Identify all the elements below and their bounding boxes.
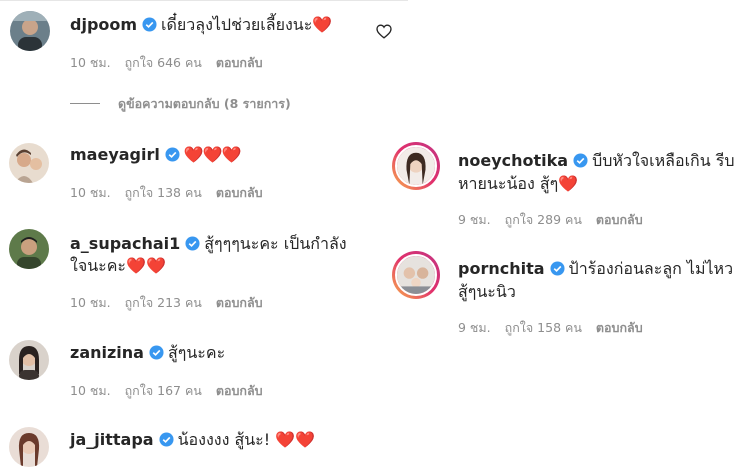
avatar[interactable] (9, 229, 49, 269)
reply-button[interactable]: ตอบกลับ (596, 320, 643, 335)
reply-button[interactable]: ตอบกลับ (216, 383, 263, 398)
comment-text: สู้ๆๆๆนะคะ เป็นกำลัง (204, 234, 347, 253)
like-count[interactable]: ถูกใจ 138 คน (125, 185, 202, 200)
reply-text: ป้าร้องก่อนละลูก ไม่ไหว (568, 259, 734, 278)
avatar[interactable] (392, 142, 440, 190)
comment-text: น้องงงง สู้นะ! ❤️❤️ (177, 430, 316, 449)
avatar[interactable] (9, 340, 49, 380)
verified-badge-icon (165, 147, 180, 162)
username[interactable]: noeychotika (458, 151, 568, 170)
comment-time: 10 ชม. (70, 55, 111, 70)
comment-time: 10 ชม. (70, 185, 111, 200)
verified-badge-icon (550, 261, 565, 276)
reply-text-continued: หายนะน้อง สู้ๆ❤️ (458, 174, 579, 193)
avatar[interactable] (10, 11, 50, 51)
username[interactable]: a_supachai1 (70, 234, 180, 253)
comments-panel: djpoom เดี๋ยวลุงไปช่วยเลี้ยงนะ❤️ 10 ชม. ถู… (0, 0, 408, 476)
avatar[interactable] (9, 427, 49, 467)
reply-button[interactable]: ตอบกลับ (216, 185, 263, 200)
username[interactable]: zanizina (70, 343, 144, 362)
divider (0, 0, 408, 1)
view-replies-label: ดูข้อความตอบกลับ (8 รายการ) (118, 96, 291, 111)
divider (70, 103, 100, 104)
comment-text: สู้ๆนะคะ (167, 343, 226, 362)
comment-time: 10 ชม. (70, 295, 111, 310)
verified-badge-icon (159, 432, 174, 447)
reply-time: 9 ชม. (458, 212, 491, 227)
verified-badge-icon (185, 236, 200, 251)
username[interactable]: maeyagirl (70, 145, 160, 164)
avatar[interactable] (392, 251, 440, 299)
comment-text: เดี๋ยวลุงไปช่วยเลี้ยงนะ❤️ (161, 15, 333, 34)
reply-text: บีบหัวใจเหลือเกิน รีบ (592, 151, 735, 170)
comment-time: 10 ชม. (70, 383, 111, 398)
verified-badge-icon (142, 17, 157, 32)
comment-text-continued: ใจนะคะ❤️❤️ (70, 256, 166, 275)
verified-badge-icon (573, 153, 588, 168)
verified-badge-icon (149, 345, 164, 360)
reply-time: 9 ชม. (458, 320, 491, 335)
username[interactable]: pornchita (458, 259, 545, 278)
like-count[interactable]: ถูกใจ 213 คน (125, 295, 202, 310)
like-count[interactable]: ถูกใจ 167 คน (125, 383, 202, 398)
avatar[interactable] (9, 143, 49, 183)
username[interactable]: ja_jittapa (70, 430, 154, 449)
like-count[interactable]: ถูกใจ 646 คน (125, 55, 202, 70)
username[interactable]: djpoom (70, 15, 137, 34)
reply-button[interactable]: ตอบกลับ (596, 212, 643, 227)
like-heart-icon[interactable] (376, 24, 392, 39)
view-replies-button[interactable]: ดูข้อความตอบกลับ (8 รายการ) (70, 94, 291, 114)
like-count[interactable]: ถูกใจ 289 คน (505, 212, 582, 227)
like-count[interactable]: ถูกใจ 158 คน (505, 320, 582, 335)
replies-panel: noeychotika บีบหัวใจเหลือเกิน รีบ หายนะน้… (376, 122, 750, 476)
reply-text-continued: สู้ๆนะนิว (458, 282, 516, 301)
comment-text: ❤️❤️❤️ (183, 145, 242, 164)
reply-button[interactable]: ตอบกลับ (216, 55, 263, 70)
reply-button[interactable]: ตอบกลับ (216, 295, 263, 310)
